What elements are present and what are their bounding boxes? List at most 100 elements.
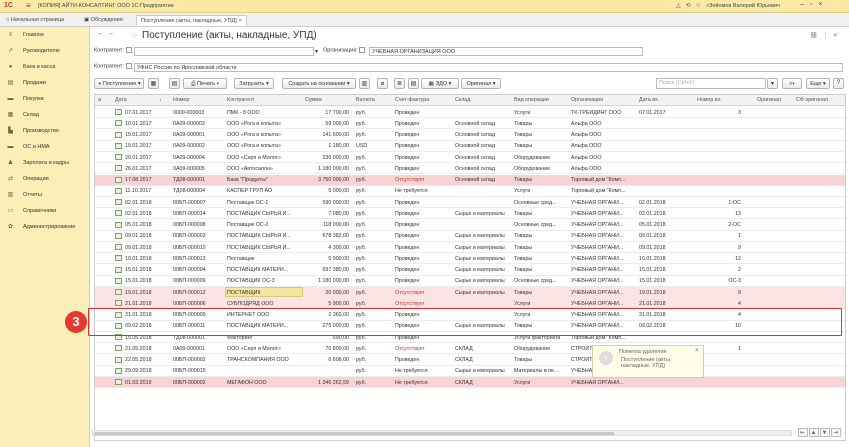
table-row[interactable]: 01.03.2019 00БП-000002 МЕГАФОН ООО 1 346 26… xyxy=(95,377,845,388)
help-button[interactable]: ? xyxy=(833,78,844,89)
cell-vid: Основные сред... xyxy=(514,199,557,206)
scroll-thumb[interactable] xyxy=(94,432,614,435)
search-button[interactable]: ⌕▾ xyxy=(782,78,802,89)
sidebar-item-admin[interactable]: ✿ Администрирование xyxy=(0,222,90,234)
sidebar-item-main[interactable]: ≡ Главное xyxy=(0,30,90,42)
print-button[interactable]: ⎙ Печать ▾ xyxy=(183,78,227,89)
col-kontragent[interactable]: Контрагент xyxy=(227,97,254,103)
navigation-arrows[interactable]: ←→ xyxy=(97,30,117,37)
favorite-icon[interactable]: ☆ xyxy=(696,3,706,9)
col-invoice[interactable]: Счет-фактура xyxy=(395,97,429,103)
sidebar-item-manager[interactable]: ↗ Руководителю xyxy=(0,46,90,58)
copy-button[interactable]: ▦ xyxy=(148,78,159,89)
sidebar-item-purchases[interactable]: ▬ Покупки xyxy=(0,94,90,106)
org-checkbox[interactable] xyxy=(359,47,366,53)
report-button[interactable]: ▥ xyxy=(359,78,370,89)
create-based-button[interactable]: Создать на основании ▾ xyxy=(282,78,356,89)
more-icon[interactable]: ⋮ xyxy=(823,33,834,39)
table-row[interactable]: 11.10.2017 ТД08-000004 КАСПЕР ГРУП АО 5 000… xyxy=(95,186,845,197)
bell-icon[interactable]: △ xyxy=(676,3,686,9)
col-organization[interactable]: Организация xyxy=(571,97,603,103)
clear-icon: ▾ xyxy=(770,81,774,87)
form-window-icons[interactable]: ⛓⋮× xyxy=(810,32,842,39)
tab-postuplenie[interactable]: Поступление (акты, накладные, УПД) × xyxy=(136,15,247,26)
col-currency[interactable]: Валюта xyxy=(356,97,375,103)
list-button[interactable]: ≣ xyxy=(394,78,405,89)
table-row[interactable]: 29.09.2018 00БП-000015 руб. Не требуется Сыр… xyxy=(95,366,845,377)
attach-button[interactable]: ⌀ xyxy=(377,78,388,89)
table-row[interactable]: 19.01.2018 00БП-000012 ПОСТАВЩИК 20 000,00 р… xyxy=(95,287,845,298)
tab-home[interactable]: ⌂ Начальная страница xyxy=(2,15,68,26)
sidebar-item-sales[interactable]: ▤ Продажи xyxy=(0,78,90,90)
table-row[interactable]: 17.08.2017 ТД08-000001 База "Продукты" 3 75… xyxy=(95,174,845,186)
sidebar-item-assets[interactable]: ▬ ОС и НМА xyxy=(0,142,90,154)
table-row[interactable]: 09.01.2018 00БП-000010 ПОСТАВЩИК СЫРЬЯ И..… xyxy=(95,242,845,253)
table-row[interactable]: 05.01.2018 00БП-000008 Поставщик ОС-2 118 0… xyxy=(95,220,845,231)
kontragent2-checkbox[interactable] xyxy=(125,63,132,69)
first-page-icon[interactable]: ⇤ xyxy=(798,428,808,437)
sidebar-item-catalogs[interactable]: ▭ Справочники xyxy=(0,206,90,218)
related-button[interactable]: ▤ xyxy=(169,78,180,89)
kontragent-dropdown-icon[interactable]: ▾ xyxy=(315,48,318,55)
table-row[interactable]: 02.01.2018 00БП-000014 ПОСТАВЩИК СЫРЬЯ И..… xyxy=(95,208,845,220)
table-row[interactable]: 22.05.2018 00БП-000002 ТРАНСКОМПАНИЯ ООО 6 … xyxy=(95,355,845,366)
table-row[interactable]: 15.01.2017 0А09-000002 ООО «Рога и копыта»… xyxy=(95,141,845,152)
col-original[interactable]: Оригинал xyxy=(757,97,781,103)
up-icon[interactable]: ▲ xyxy=(809,428,819,437)
sidebar-item-reports[interactable]: ▥ Отчеты xyxy=(0,190,90,202)
horizontal-scrollbar[interactable] xyxy=(92,430,792,436)
last-page-icon[interactable]: ⇥ xyxy=(831,428,841,437)
sidebar-item-warehouse[interactable]: ▦ Склад xyxy=(0,110,90,122)
col-sum[interactable]: Сумма xyxy=(305,97,322,103)
table-row[interactable]: 15.01.2018 00БП-000004 ПОСТАВЩИК МАТЕРИ...… xyxy=(95,265,845,276)
col-number-in[interactable]: Номер вх. xyxy=(697,97,722,103)
down-icon[interactable]: ▼ xyxy=(820,428,830,437)
minimize-icon[interactable]: – xyxy=(800,1,810,8)
table-row[interactable]: 15.01.2018 00БП-000009 ПОСТАВЩИК ОС-3 1 180… xyxy=(95,276,845,287)
col-sf-original[interactable]: СФ оригинал xyxy=(796,97,828,103)
search-clear-button[interactable]: ▾ xyxy=(767,78,778,89)
tab-discussions[interactable]: ▣ Обсуждения xyxy=(80,15,127,26)
table-row[interactable]: 15.01.2017 0А09-000001 ООО «Рога и копыта»… xyxy=(95,130,845,141)
link-icon[interactable]: ⛓ xyxy=(810,33,823,39)
window-controls[interactable]: –▫× xyxy=(800,1,828,8)
kontragent-field[interactable] xyxy=(134,47,314,56)
sidebar-item-operations[interactable]: ⇄ Операции xyxy=(0,174,90,186)
history-icon[interactable]: ⟲ xyxy=(686,3,696,9)
table-row[interactable]: 10.01.2017 0А09-000003 ООО «Рога и копыта»… xyxy=(95,118,845,130)
table-row[interactable]: 26.01.2017 0А09-000005 ООО «Автосалон» 1 18… xyxy=(95,163,845,175)
kontragent2-field[interactable]: УФНС России по Ярославской области xyxy=(134,63,843,72)
search-input[interactable]: Поиск (Ctrl+F) xyxy=(656,78,766,89)
sidebar-item-salary[interactable]: ♟ Зарплата и кадры xyxy=(0,158,90,170)
close-icon[interactable]: × xyxy=(818,1,828,8)
postuplenie-button[interactable]: ● Поступление ▾ xyxy=(94,78,144,89)
back-icon[interactable]: ← xyxy=(97,30,107,37)
col-operation[interactable]: Вид операции xyxy=(514,97,549,103)
favorite-star-icon[interactable]: ☆ xyxy=(130,30,138,41)
table-row[interactable]: 02.01.2018 00БП-000007 Поставщик ОС-1 590 0… xyxy=(95,197,845,208)
col-date[interactable]: Дата xyxy=(115,97,127,103)
table-row[interactable]: 21.05.2018 0А09-000001 ООО «Серп и Молот» 7… xyxy=(95,343,845,355)
popup-close-icon[interactable]: × xyxy=(695,348,699,354)
sidebar-item-bank[interactable]: ● Банк и касса xyxy=(0,62,90,74)
menu-icon[interactable]: ≡ xyxy=(26,1,31,10)
table-row[interactable]: 09.01.2018 00БП-000003 ПОСТАВЩИК СЫРЬЯ И..… xyxy=(95,231,845,242)
doc-button[interactable]: ▤ xyxy=(408,78,419,89)
edo-button[interactable]: ▦ ЭДО ▾ xyxy=(421,78,459,89)
table-row[interactable]: 07.01.2017 0000-000003 ПМК - 8 ООО 17 700,0… xyxy=(95,107,845,118)
kontragent-checkbox[interactable] xyxy=(125,47,132,53)
table-row[interactable]: 20.01.2017 0А09-000004 ООО «Серп и Молот» 2… xyxy=(95,152,845,163)
deletion-mark-popup: i Пометка удаления Поступление (акты, нак… xyxy=(592,345,704,378)
more-button[interactable]: Еще ▾ xyxy=(806,78,830,89)
load-button[interactable]: Загрузить ▾ xyxy=(234,78,274,89)
original-button[interactable]: Оригинал ▾ xyxy=(461,78,501,89)
sidebar-item-production[interactable]: ▙ Производство xyxy=(0,126,90,138)
org-field[interactable]: УЧЕБНАЯ ОРГАНИЗАЦИЯ ООО xyxy=(369,47,643,56)
user-name[interactable]: Зейнмов Валерий Юрьевич xyxy=(709,3,780,9)
col-date-in[interactable]: Дата вх. xyxy=(639,97,659,103)
table-row[interactable]: 10.01.2018 00БП-000013 Поставщик 5 900,00 ру… xyxy=(95,253,845,265)
col-warehouse[interactable]: Склад xyxy=(455,97,470,103)
col-number[interactable]: Номер xyxy=(173,97,189,103)
form-close-icon[interactable]: × xyxy=(834,33,843,39)
forward-icon[interactable]: → xyxy=(107,30,117,37)
